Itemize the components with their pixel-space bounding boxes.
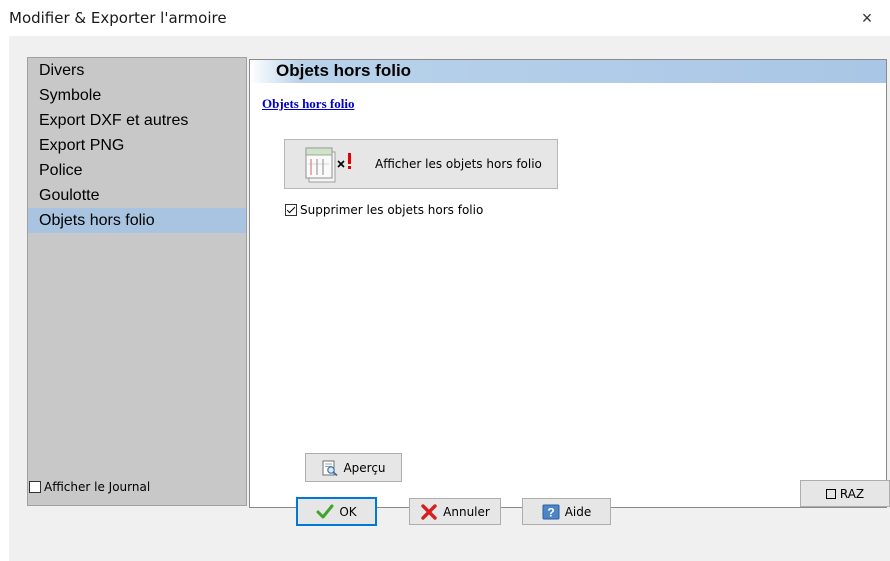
journal-checkbox[interactable] [29,481,41,493]
sidebar-item-symbole[interactable]: Symbole [28,83,246,108]
checkmark-icon [316,504,334,520]
preview-icon [321,460,339,476]
sidebar-item-goulotte[interactable]: Goulotte [28,183,246,208]
delete-objects-row[interactable]: Supprimer les objets hors folio [285,203,483,217]
window-title: Modifier & Exporter l'armoire [9,9,227,27]
title-bar: Modifier & Exporter l'armoire × [0,0,890,36]
ok-button[interactable]: OK [296,497,377,526]
dialog-body: Divers Symbole Export DXF et autres Expo… [9,36,890,561]
help-button[interactable]: ? Aide [522,498,611,525]
show-objects-button[interactable]: Afficher les objets hors folio [284,139,558,189]
close-icon: × [861,7,873,28]
raz-checkbox-icon [825,488,836,499]
panel-header: Objets hors folio [250,60,886,83]
show-objects-label: Afficher les objets hors folio [375,157,542,171]
sidebar-item-police[interactable]: Police [28,158,246,183]
ok-label: OK [339,504,357,519]
sidebar-item-divers[interactable]: Divers [28,58,246,83]
delete-objects-checkbox[interactable] [285,204,297,216]
help-icon: ? [542,504,560,520]
sidebar-item-export-dxf[interactable]: Export DXF et autres [28,108,246,133]
sidebar-item-objets-hors-folio[interactable]: Objets hors folio [28,208,246,233]
raz-label: RAZ [839,486,865,501]
journal-checkbox-row[interactable]: Afficher le Journal [29,480,150,494]
close-button[interactable]: × [844,0,890,36]
journal-label: Afficher le Journal [44,480,151,494]
delete-objects-label: Supprimer les objets hors folio [300,203,484,217]
sidebar-item-export-png[interactable]: Export PNG [28,133,246,158]
svg-text:?: ? [547,505,554,519]
folio-objects-icon [305,144,361,184]
preview-button[interactable]: Aperçu [305,453,402,482]
cancel-x-icon [420,503,438,520]
content-panel: Objets hors folio Objets hors folio Affi… [249,59,887,508]
sidebar: Divers Symbole Export DXF et autres Expo… [27,57,247,506]
help-label: Aide [564,504,592,519]
preview-label: Aperçu [343,460,386,475]
section-link[interactable]: Objets hors folio [262,96,354,112]
raz-button[interactable]: RAZ [800,480,890,507]
cancel-button[interactable]: Annuler [409,498,501,525]
panel-title: Objets hors folio [276,61,412,80]
cancel-label: Annuler [443,504,490,519]
